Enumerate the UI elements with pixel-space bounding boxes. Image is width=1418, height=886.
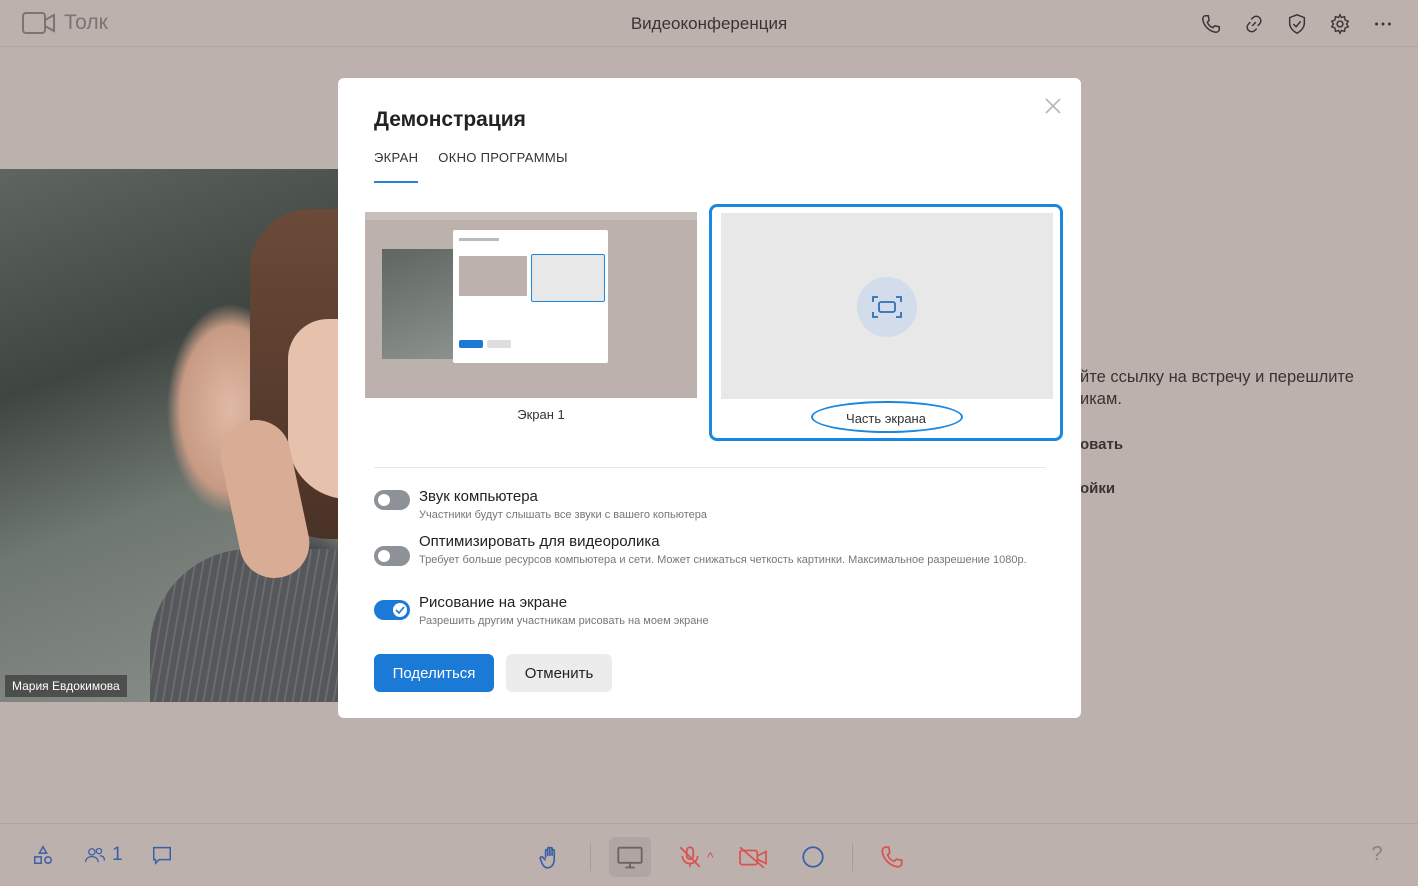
tab-screen[interactable]: ЭКРАН — [374, 150, 419, 183]
mic-options-chevron-icon[interactable]: ^ — [707, 849, 714, 865]
share-tabs: ЭКРАН ОКНО ПРОГРАММЫ — [374, 150, 568, 183]
invite-text-line: икам. — [1080, 390, 1122, 408]
setting-description: Требует больше ресурсов компьютера и сет… — [419, 554, 1027, 566]
hang-up-button[interactable] — [871, 837, 913, 877]
bottom-toolbar: 1 ^ ? — [0, 823, 1418, 886]
copy-link-action[interactable]: овать — [1080, 434, 1123, 456]
shapes-icon[interactable] — [30, 842, 56, 868]
check-icon — [395, 606, 405, 614]
hand-icon — [539, 846, 556, 869]
help-button[interactable]: ? — [1364, 843, 1390, 869]
setting-title: Оптимизировать для видеоролика — [419, 533, 660, 550]
screen-option-label: Экран 1 — [517, 407, 565, 422]
participant-video — [0, 169, 338, 702]
screen-drawing-toggle[interactable] — [374, 600, 410, 620]
screen-option-1[interactable]: Экран 1 — [364, 204, 718, 441]
participant-name-label: Мария Евдокимова — [5, 675, 127, 697]
settings-action[interactable]: ойки — [1080, 478, 1115, 500]
screen-part-preview — [721, 213, 1053, 399]
mic-off-icon — [679, 846, 701, 868]
screen-share-dialog: Демонстрация ЭКРАН ОКНО ПРОГРАММЫ Экран … — [338, 78, 1081, 718]
top-bar: Толк Видеоконференция — [0, 0, 1418, 47]
camera-off-icon — [738, 846, 767, 869]
setting-title: Звук компьютера — [419, 488, 538, 505]
gear-icon[interactable] — [1327, 11, 1353, 37]
divider — [374, 467, 1046, 468]
record-icon — [801, 846, 824, 868]
frame-select-icon — [857, 277, 917, 337]
participants-icon[interactable] — [82, 842, 108, 868]
raise-hand-button[interactable] — [530, 837, 572, 877]
computer-sound-toggle[interactable] — [374, 490, 410, 510]
phone-icon[interactable] — [1198, 11, 1224, 37]
participants-count: 1 — [112, 844, 123, 865]
screen-share-button[interactable] — [609, 837, 651, 877]
setting-description: Участники будут слышать все звуки с ваше… — [419, 509, 708, 521]
screen-part-label: Часть экрана — [846, 411, 926, 426]
chat-icon[interactable] — [149, 842, 175, 868]
setting-description: Разрешить другим участникам рисовать на … — [419, 615, 709, 627]
microphone-button[interactable] — [669, 837, 711, 877]
share-button[interactable]: Поделиться — [374, 654, 494, 692]
cancel-button[interactable]: Отменить — [506, 654, 612, 692]
optimize-video-toggle[interactable] — [374, 546, 410, 566]
tab-app-window[interactable]: ОКНО ПРОГРАММЫ — [438, 150, 568, 183]
screen-preview-thumbnail — [365, 212, 697, 398]
close-icon[interactable] — [1043, 96, 1063, 116]
setting-title: Рисование на экране — [419, 594, 568, 611]
camera-button[interactable] — [732, 837, 774, 877]
screen-part-option[interactable]: Часть экрана — [709, 204, 1063, 441]
shield-check-icon[interactable] — [1284, 11, 1310, 37]
record-button[interactable] — [792, 837, 834, 877]
link-icon[interactable] — [1241, 11, 1267, 37]
hang-up-phone-icon — [880, 846, 903, 868]
invite-text-line: йте ссылку на встречу и перешлите — [1080, 368, 1354, 386]
more-icon[interactable] — [1370, 11, 1396, 37]
dialog-title: Демонстрация — [374, 108, 526, 131]
monitor-icon — [617, 846, 643, 869]
